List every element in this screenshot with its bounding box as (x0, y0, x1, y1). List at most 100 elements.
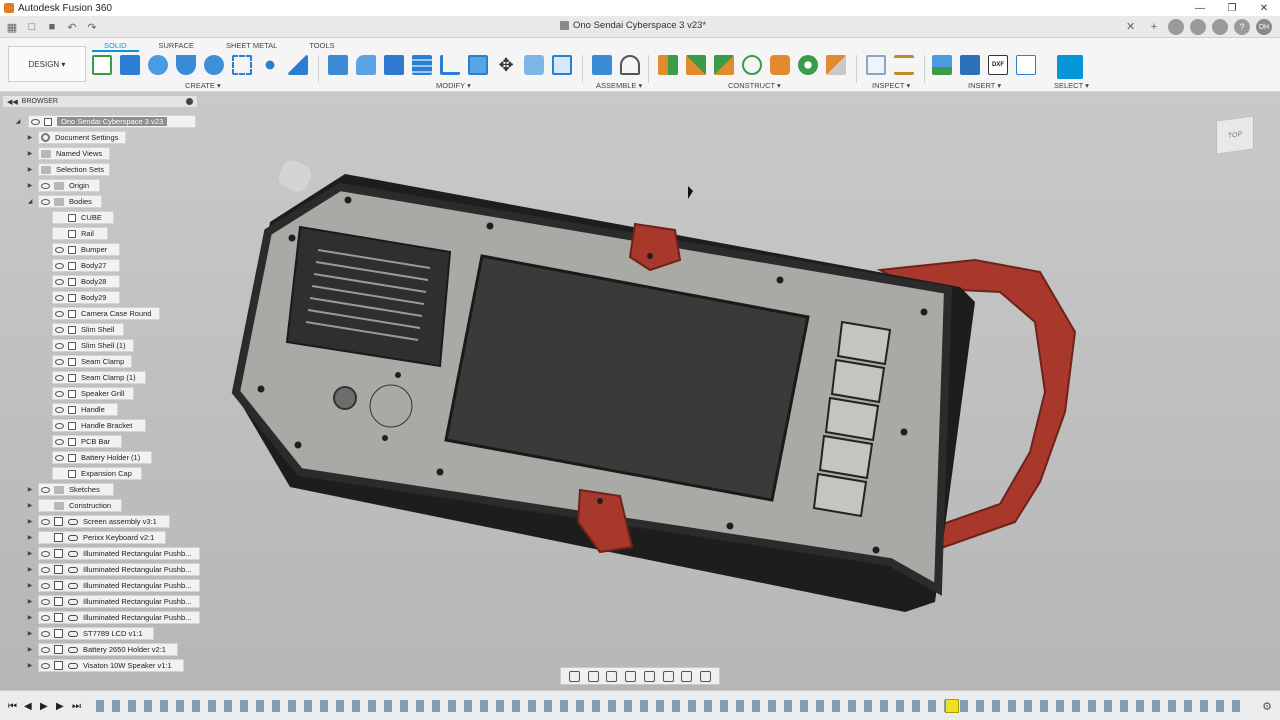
visibility-eye-icon[interactable] (41, 598, 50, 605)
move-icon[interactable]: ✥ (496, 55, 516, 75)
visibility-eye-icon[interactable] (31, 118, 40, 125)
assemble-group-label[interactable]: ASSEMBLE ▾ (596, 81, 642, 90)
display-settings-icon[interactable] (662, 670, 674, 682)
undo-icon[interactable]: ↶ (64, 19, 80, 35)
expand-arrow-icon[interactable]: ▶ (26, 611, 34, 624)
expand-arrow-icon[interactable]: ▶ (26, 643, 34, 656)
visibility-eye-icon[interactable] (41, 566, 50, 573)
grid-menu-icon[interactable]: ▦ (4, 19, 20, 35)
mirror-icon[interactable] (288, 55, 308, 75)
expand-arrow-icon[interactable]: ▶ (26, 147, 34, 160)
viewports-icon[interactable] (700, 670, 712, 682)
close-tab-icon[interactable]: ✕ (1126, 20, 1135, 33)
insert-image-icon[interactable] (932, 55, 952, 75)
expand-arrow-icon[interactable]: ▶ (26, 659, 34, 672)
view-cube[interactable]: TOP (1216, 115, 1254, 155)
visibility-eye-icon[interactable] (55, 310, 64, 317)
visibility-eye-icon[interactable] (55, 294, 64, 301)
shell-icon[interactable] (412, 55, 432, 75)
circular-pattern-icon[interactable] (260, 55, 280, 75)
insert-group-label[interactable]: INSERT ▾ (968, 81, 1001, 90)
help-icon[interactable]: ? (1234, 19, 1250, 35)
tab-sheet-metal[interactable]: SHEET METAL (214, 40, 289, 52)
point-icon[interactable] (798, 55, 818, 75)
timeline-marker[interactable] (945, 699, 959, 713)
new-component-icon[interactable] (592, 55, 612, 75)
visibility-eye-icon[interactable] (55, 454, 64, 461)
visibility-eye-icon[interactable] (55, 326, 64, 333)
expand-arrow-icon[interactable]: ▶ (26, 483, 34, 496)
visibility-eye-icon[interactable] (41, 630, 50, 637)
expand-arrow-icon[interactable]: ▶ (26, 579, 34, 592)
select-group-label[interactable]: SELECT ▾ (1054, 81, 1089, 90)
grid-settings-icon[interactable] (681, 670, 693, 682)
align-icon[interactable] (440, 55, 460, 75)
tab-solid[interactable]: SOLID (92, 40, 139, 52)
axis-icon[interactable] (742, 55, 762, 75)
plane-at-angle-icon[interactable] (686, 55, 706, 75)
expand-arrow-icon[interactable]: ▶ (26, 595, 34, 608)
joint-icon[interactable] (620, 55, 640, 75)
visibility-eye-icon[interactable] (55, 374, 64, 381)
timeline-features[interactable] (96, 700, 1246, 712)
press-pull-icon[interactable] (328, 55, 348, 75)
visibility-eye-icon[interactable] (41, 550, 50, 557)
close-window-button[interactable]: ✕ (1248, 0, 1280, 16)
workspace-switcher[interactable]: DESIGN ▾ (8, 46, 86, 82)
new-tab-icon[interactable]: + (1146, 19, 1162, 35)
expand-arrow-icon[interactable]: ▶ (26, 563, 34, 576)
visibility-eye-icon[interactable] (41, 182, 50, 189)
restore-button[interactable]: ❐ (1216, 0, 1248, 16)
browser-header[interactable]: ◀◀ BROWSER (2, 95, 198, 108)
scale-icon[interactable] (468, 55, 488, 75)
look-at-icon[interactable] (587, 670, 599, 682)
measure-icon[interactable] (894, 55, 914, 75)
pan-icon[interactable] (606, 670, 618, 682)
zoom-icon[interactable] (625, 670, 637, 682)
sweep-icon[interactable] (204, 55, 224, 75)
plane-through-points-icon[interactable] (826, 55, 846, 75)
offset-plane-icon[interactable] (658, 55, 678, 75)
expand-arrow-icon[interactable]: ▶ (26, 515, 34, 528)
visibility-eye-icon[interactable] (41, 518, 50, 525)
visibility-eye-icon[interactable] (55, 358, 64, 365)
midplane-icon[interactable] (770, 55, 790, 75)
sync-icon[interactable] (1168, 19, 1184, 35)
rectangular-pattern-icon[interactable] (232, 55, 252, 75)
visibility-eye-icon[interactable] (41, 614, 50, 621)
extrude-icon[interactable] (120, 55, 140, 75)
revolve-icon[interactable] (176, 55, 196, 75)
redo-icon[interactable]: ↷ (84, 19, 100, 35)
visibility-eye-icon[interactable] (41, 486, 50, 493)
expand-arrow-icon[interactable]: ▶ (26, 499, 34, 512)
visibility-eye-icon[interactable] (55, 278, 64, 285)
expand-arrow-icon[interactable]: ▶ (26, 179, 34, 192)
visibility-eye-icon[interactable] (55, 422, 64, 429)
document-tab[interactable]: Ono Sendai Cyberspace 3 v23* (560, 20, 706, 31)
step-forward-icon[interactable]: ▶ (56, 701, 64, 712)
visibility-eye-icon[interactable] (55, 246, 64, 253)
orbit-icon[interactable] (568, 670, 580, 682)
file-menu-icon[interactable]: □ (24, 19, 40, 35)
step-back-icon[interactable]: ◀ (24, 701, 32, 712)
split-body-icon[interactable] (524, 55, 544, 75)
visibility-eye-icon[interactable] (55, 390, 64, 397)
create-group-label[interactable]: CREATE ▾ (185, 81, 221, 90)
fillet-icon[interactable] (356, 55, 376, 75)
visibility-eye-icon[interactable] (41, 582, 50, 589)
cylinder-icon[interactable] (148, 55, 168, 75)
visibility-eye-icon[interactable] (41, 646, 50, 653)
combine-icon[interactable] (552, 55, 572, 75)
expand-arrow-icon[interactable]: ▶ (26, 627, 34, 640)
zoom-window-icon[interactable] (643, 670, 655, 682)
visibility-eye-icon[interactable] (55, 438, 64, 445)
extensions-icon[interactable] (1190, 19, 1206, 35)
inspect-group-label[interactable]: INSPECT ▾ (872, 81, 910, 90)
tab-tools[interactable]: TOOLS (297, 40, 346, 52)
save-icon[interactable]: ■ (44, 19, 60, 35)
visibility-eye-icon[interactable] (55, 342, 64, 349)
construct-group-label[interactable]: CONSTRUCT ▾ (728, 81, 781, 90)
expand-arrow-icon[interactable]: ▶ (26, 163, 34, 176)
visibility-eye-icon[interactable] (55, 406, 64, 413)
chamfer-icon[interactable] (384, 55, 404, 75)
